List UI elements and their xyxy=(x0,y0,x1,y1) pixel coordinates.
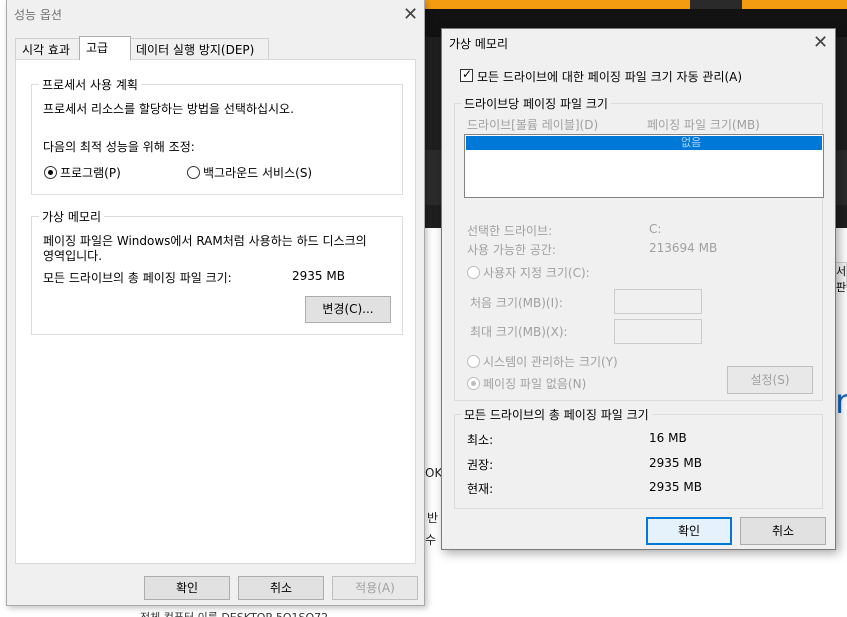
system-managed-label[interactable]: 시스템이 관리하는 크기(Y) xyxy=(483,353,618,370)
change-button[interactable]: 변경(C)... xyxy=(305,296,391,323)
max-size-input[interactable] xyxy=(614,319,702,344)
current-label: 현재: xyxy=(467,482,494,496)
ok-button[interactable]: 확인 xyxy=(646,517,732,545)
custom-size-label[interactable]: 사용자 지정 크기(C): xyxy=(483,264,590,281)
no-paging-label[interactable]: 페이징 파일 없음(N) xyxy=(483,375,586,392)
background-accent-bar xyxy=(425,0,847,9)
radio-background-label[interactable]: 백그라운드 서비스(S) xyxy=(203,164,312,181)
drive-list-row-selected[interactable]: 없음 xyxy=(466,136,822,150)
auto-manage-label[interactable]: 모든 드라이브에 대한 페이징 파일 크기 자동 관리(A) xyxy=(477,68,742,85)
radio-no-paging[interactable] xyxy=(467,377,480,390)
drive-listbox[interactable]: 없음 xyxy=(464,134,824,198)
per-drive-label: 드라이브당 페이징 파일 크기 xyxy=(461,95,611,112)
available-space-label: 사용 가능한 공간: xyxy=(467,243,556,257)
tab-dep[interactable]: 데이터 실행 방지(DEP) xyxy=(129,38,269,60)
bg-fragment-ban: 반 xyxy=(427,511,439,525)
auto-manage-checkbox[interactable] xyxy=(460,67,473,82)
vm-total-value: 2935 MB xyxy=(292,269,345,283)
window-title: 성능 옵션 xyxy=(14,8,62,22)
close-icon[interactable]: ✕ xyxy=(403,6,418,24)
close-icon[interactable]: ✕ xyxy=(813,34,828,52)
radio-programs-label[interactable]: 프로그램(P) xyxy=(60,164,121,181)
col-drive-header: 드라이브[볼륨 레이블](D) xyxy=(467,118,599,132)
max-size-label: 최대 크기(MB)(X): xyxy=(470,325,568,339)
initial-size-input[interactable] xyxy=(614,289,702,314)
current-value: 2935 MB xyxy=(649,480,702,494)
bg-fragment-su: 수 xyxy=(425,533,437,547)
min-label: 최소: xyxy=(467,433,494,447)
processor-scheduling-group: 프로세서 사용 계획 프로세서 리소스를 할당하는 방법을 선택하십시오. 다음… xyxy=(31,76,403,195)
col-size-header: 페이징 파일 크기(MB) xyxy=(647,118,760,132)
cancel-button[interactable]: 취소 xyxy=(740,517,826,545)
bg-fragment-large: ne xyxy=(835,382,847,422)
tab-advanced[interactable]: 고급 xyxy=(79,36,131,60)
background-accent-gap xyxy=(690,0,742,9)
radio-system-managed[interactable] xyxy=(467,355,480,368)
background-tab-fragment[interactable]: 서판 xyxy=(835,262,847,294)
ok-button[interactable]: 확인 xyxy=(144,576,230,600)
bg-fragment-ok: OK xyxy=(425,466,443,480)
vm-group-label: 가상 메모리 xyxy=(39,208,105,225)
total-paging-label: 모든 드라이브의 총 페이징 파일 크기 xyxy=(461,406,652,423)
vm-description-line2: 영역입니다. xyxy=(43,249,103,263)
background-bottom-strip: 전체 컴퓨터 이름 DESKTOP-5Q1SQ72 xyxy=(0,606,847,617)
tab-visual-effects[interactable]: 시각 효과 xyxy=(15,38,81,60)
adjust-label: 다음의 최적 성능을 위해 조정: xyxy=(43,140,195,154)
recommended-value: 2935 MB xyxy=(649,456,702,470)
vm-total-label: 모든 드라이브의 총 페이징 파일 크기: xyxy=(43,271,232,285)
bg-fragment-text: 서판 xyxy=(836,265,847,294)
performance-options-window: 성능 옵션 ✕ 시각 효과 고급 데이터 실행 방지(DEP) 프로세서 사용 … xyxy=(6,0,425,606)
radio-custom-size[interactable] xyxy=(467,266,480,279)
available-space-value: 213694 MB xyxy=(649,241,718,255)
initial-size-label: 처음 크기(MB)(I): xyxy=(470,296,563,310)
selected-drive-value: C: xyxy=(649,222,662,236)
virtual-memory-dialog: 가상 메모리 ✕ 모든 드라이브에 대한 페이징 파일 크기 자동 관리(A) … xyxy=(441,28,836,550)
recommended-label: 권장: xyxy=(467,458,494,472)
cancel-button[interactable]: 취소 xyxy=(238,576,324,600)
radio-programs[interactable] xyxy=(44,166,57,179)
dialog-title: 가상 메모리 xyxy=(449,37,509,51)
advanced-tab-panel: 프로세서 사용 계획 프로세서 리소스를 할당하는 방법을 선택하십시오. 다음… xyxy=(15,59,416,564)
drive-row-size: 없음 xyxy=(681,136,702,149)
processor-description: 프로세서 리소스를 할당하는 방법을 선택하십시오. xyxy=(43,102,294,116)
set-button[interactable]: 설정(S) xyxy=(727,366,813,394)
radio-background-services[interactable] xyxy=(187,166,200,179)
processor-group-label: 프로세서 사용 계획 xyxy=(39,76,141,93)
apply-button[interactable]: 적용(A) xyxy=(332,576,418,600)
selected-drive-label: 선택한 드라이브: xyxy=(467,224,553,238)
bg-bottom-text: 전체 컴퓨터 이름 DESKTOP-5Q1SQ72 xyxy=(140,609,328,617)
per-drive-group: 드라이브당 페이징 파일 크기 드라이브[볼륨 레이블](D) 페이징 파일 크… xyxy=(454,95,824,401)
min-value: 16 MB xyxy=(649,431,687,445)
total-paging-group: 모든 드라이브의 총 페이징 파일 크기 최소: 16 MB 권장: 2935 … xyxy=(454,406,823,509)
virtual-memory-group: 가상 메모리 페이징 파일은 Windows에서 RAM처럼 사용하는 하드 디… xyxy=(31,208,403,335)
